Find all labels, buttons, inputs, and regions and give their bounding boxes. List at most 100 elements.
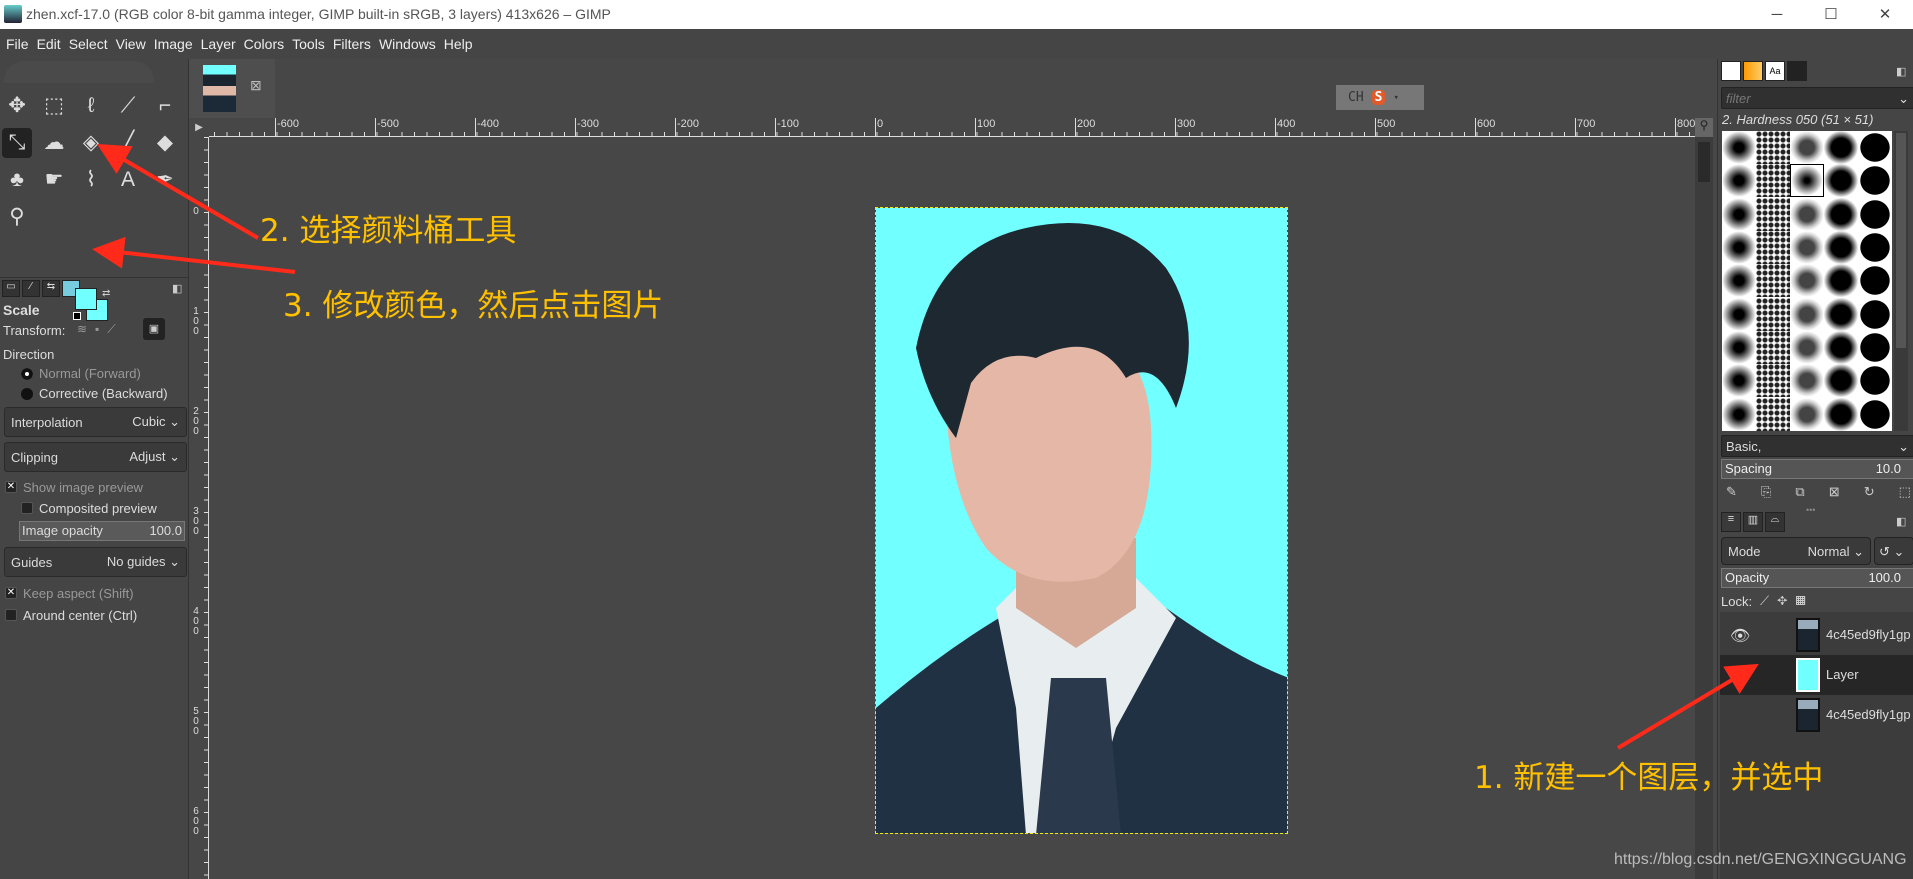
brush-item[interactable]: [1858, 230, 1892, 264]
lock-icons[interactable]: ⟋✥▦: [1760, 593, 1814, 609]
brush-filter-input[interactable]: filter ⌄: [1721, 87, 1913, 109]
brush-grid[interactable]: [1722, 131, 1892, 431]
brush-item[interactable]: [1756, 397, 1790, 431]
bucket-fill-tool-icon[interactable]: ◈: [76, 128, 106, 158]
visibility-eye-icon[interactable]: 👁: [1730, 626, 1750, 646]
show-preview-checkbox[interactable]: ✕: [5, 481, 17, 493]
layers-tab-icon[interactable]: ≡: [1721, 512, 1741, 532]
brush-item[interactable]: [1722, 330, 1756, 364]
brush-item[interactable]: [1756, 364, 1790, 398]
rect-select-tool-icon[interactable]: ⬚: [39, 91, 69, 121]
brush-item[interactable]: [1824, 297, 1858, 331]
brushes-tab-icon[interactable]: [1721, 61, 1741, 81]
brush-item[interactable]: [1722, 164, 1756, 198]
brush-item[interactable]: [1790, 364, 1824, 398]
brush-tag-input[interactable]: Basic, ⌄: [1721, 435, 1913, 457]
zoom-image-icon[interactable]: ⚲: [1695, 118, 1713, 137]
lasso-tool-icon[interactable]: ℓ: [76, 91, 106, 121]
ime-toolbar[interactable]: CH S ▾: [1336, 85, 1424, 110]
quick-mask-toggle-icon[interactable]: ▶: [189, 118, 209, 137]
chevron-down-icon[interactable]: ⌄: [1898, 439, 1909, 455]
brush-item[interactable]: [1790, 297, 1824, 331]
edit-brush-icon[interactable]: ✎: [1726, 484, 1737, 500]
images-tab-icon[interactable]: [1787, 61, 1807, 81]
brush-item[interactable]: [1858, 364, 1892, 398]
delete-brush-icon[interactable]: ⊠: [1829, 484, 1840, 500]
crop-tool-icon[interactable]: ⌐: [150, 91, 180, 121]
close-button[interactable]: ✕: [1860, 0, 1910, 29]
brush-item[interactable]: [1790, 397, 1824, 431]
chevron-down-icon[interactable]: ⌄: [1898, 91, 1909, 107]
visibility-eye-icon[interactable]: 👁: [1730, 666, 1750, 686]
image-opacity-slider[interactable]: Image opacity 100.0: [19, 521, 185, 541]
foreground-color-swatch[interactable]: [75, 288, 97, 310]
brush-item[interactable]: [1722, 397, 1756, 431]
minimize-button[interactable]: ─: [1752, 0, 1802, 29]
normal-forward-radio[interactable]: [21, 368, 33, 380]
brush-spacing-slider[interactable]: Spacing 10.0: [1721, 459, 1913, 479]
brush-item[interactable]: [1858, 397, 1892, 431]
keep-aspect-checkbox[interactable]: ✕: [5, 587, 17, 599]
brush-scrollbar[interactable]: [1894, 131, 1908, 431]
scrollbar-thumb[interactable]: [1896, 133, 1906, 348]
brush-item[interactable]: [1756, 197, 1790, 231]
clone-tool-icon[interactable]: ♣: [2, 165, 32, 195]
brush-item[interactable]: [1790, 164, 1824, 198]
undo-history-tab-icon[interactable]: ⇆: [42, 280, 60, 297]
scrollbar-thumb[interactable]: [1698, 142, 1710, 182]
color-picker-tool-icon[interactable]: ✒: [150, 165, 180, 195]
brush-item[interactable]: [1722, 131, 1756, 164]
brush-item[interactable]: [1858, 297, 1892, 331]
menu-filters[interactable]: Filters: [333, 36, 371, 52]
menu-image[interactable]: Image: [154, 36, 193, 52]
brush-item[interactable]: [1824, 330, 1858, 364]
brush-item[interactable]: [1824, 397, 1858, 431]
layer-row[interactable]: 4c45ed9fly1gp: [1720, 695, 1913, 735]
brush-item[interactable]: [1790, 197, 1824, 231]
brush-item[interactable]: [1756, 230, 1790, 264]
move-tool-icon[interactable]: ✥: [2, 91, 32, 121]
menu-colors[interactable]: Colors: [244, 36, 284, 52]
layer-row-selected[interactable]: 👁 Layer: [1720, 655, 1913, 695]
brush-item[interactable]: [1722, 264, 1756, 298]
menu-file[interactable]: File: [6, 36, 29, 52]
brush-item[interactable]: [1722, 197, 1756, 231]
eraser-tool-icon[interactable]: ◆: [150, 128, 180, 158]
menu-layer[interactable]: Layer: [201, 36, 236, 52]
composited-preview-checkbox[interactable]: [21, 502, 33, 514]
paths-tab-icon[interactable]: ⌓: [1765, 512, 1785, 532]
duplicate-brush-icon[interactable]: ⧉: [1795, 484, 1804, 500]
menu-view[interactable]: View: [116, 36, 146, 52]
image-tab[interactable]: ⊠: [189, 59, 275, 118]
brush-item[interactable]: [1858, 131, 1892, 164]
transform-mode-icons[interactable]: ≋▪⟋: [77, 322, 124, 337]
brush-item[interactable]: [1824, 131, 1858, 164]
paintbrush-tool-icon[interactable]: ╱: [113, 128, 143, 158]
menu-windows[interactable]: Windows: [379, 36, 436, 52]
layer-mode-combo[interactable]: Mode Normal ⌄: [1721, 537, 1871, 565]
brush-item[interactable]: [1790, 330, 1824, 364]
brush-item[interactable]: [1756, 164, 1790, 198]
brush-item[interactable]: [1858, 164, 1892, 198]
dock-resize-handle[interactable]: •••: [1806, 505, 1815, 515]
brush-item[interactable]: [1824, 264, 1858, 298]
clipping-combo[interactable]: Clipping Adjust ⌄: [4, 442, 187, 472]
canvas-image[interactable]: [875, 207, 1288, 834]
transform-image-icon[interactable]: ▣: [143, 318, 165, 340]
around-center-checkbox[interactable]: [5, 609, 17, 621]
smudge-tool-icon[interactable]: ☛: [39, 165, 69, 195]
maximize-button[interactable]: ☐: [1806, 0, 1856, 29]
tool-options-tab-icon[interactable]: ▭: [2, 280, 20, 297]
brush-item[interactable]: [1790, 131, 1824, 164]
brush-item[interactable]: [1790, 264, 1824, 298]
gradients-tab-icon[interactable]: [1743, 61, 1763, 81]
device-status-tab-icon[interactable]: ⁄: [22, 280, 40, 297]
brush-item[interactable]: [1824, 164, 1858, 198]
layer-row[interactable]: 👁 4c45ed9fly1gp: [1720, 615, 1913, 655]
brush-item[interactable]: [1756, 131, 1790, 164]
menu-select[interactable]: Select: [69, 36, 108, 52]
brush-item[interactable]: [1858, 197, 1892, 231]
brush-item[interactable]: [1756, 297, 1790, 331]
tab-menu-icon[interactable]: ◧: [1896, 65, 1906, 78]
brush-item[interactable]: [1824, 230, 1858, 264]
